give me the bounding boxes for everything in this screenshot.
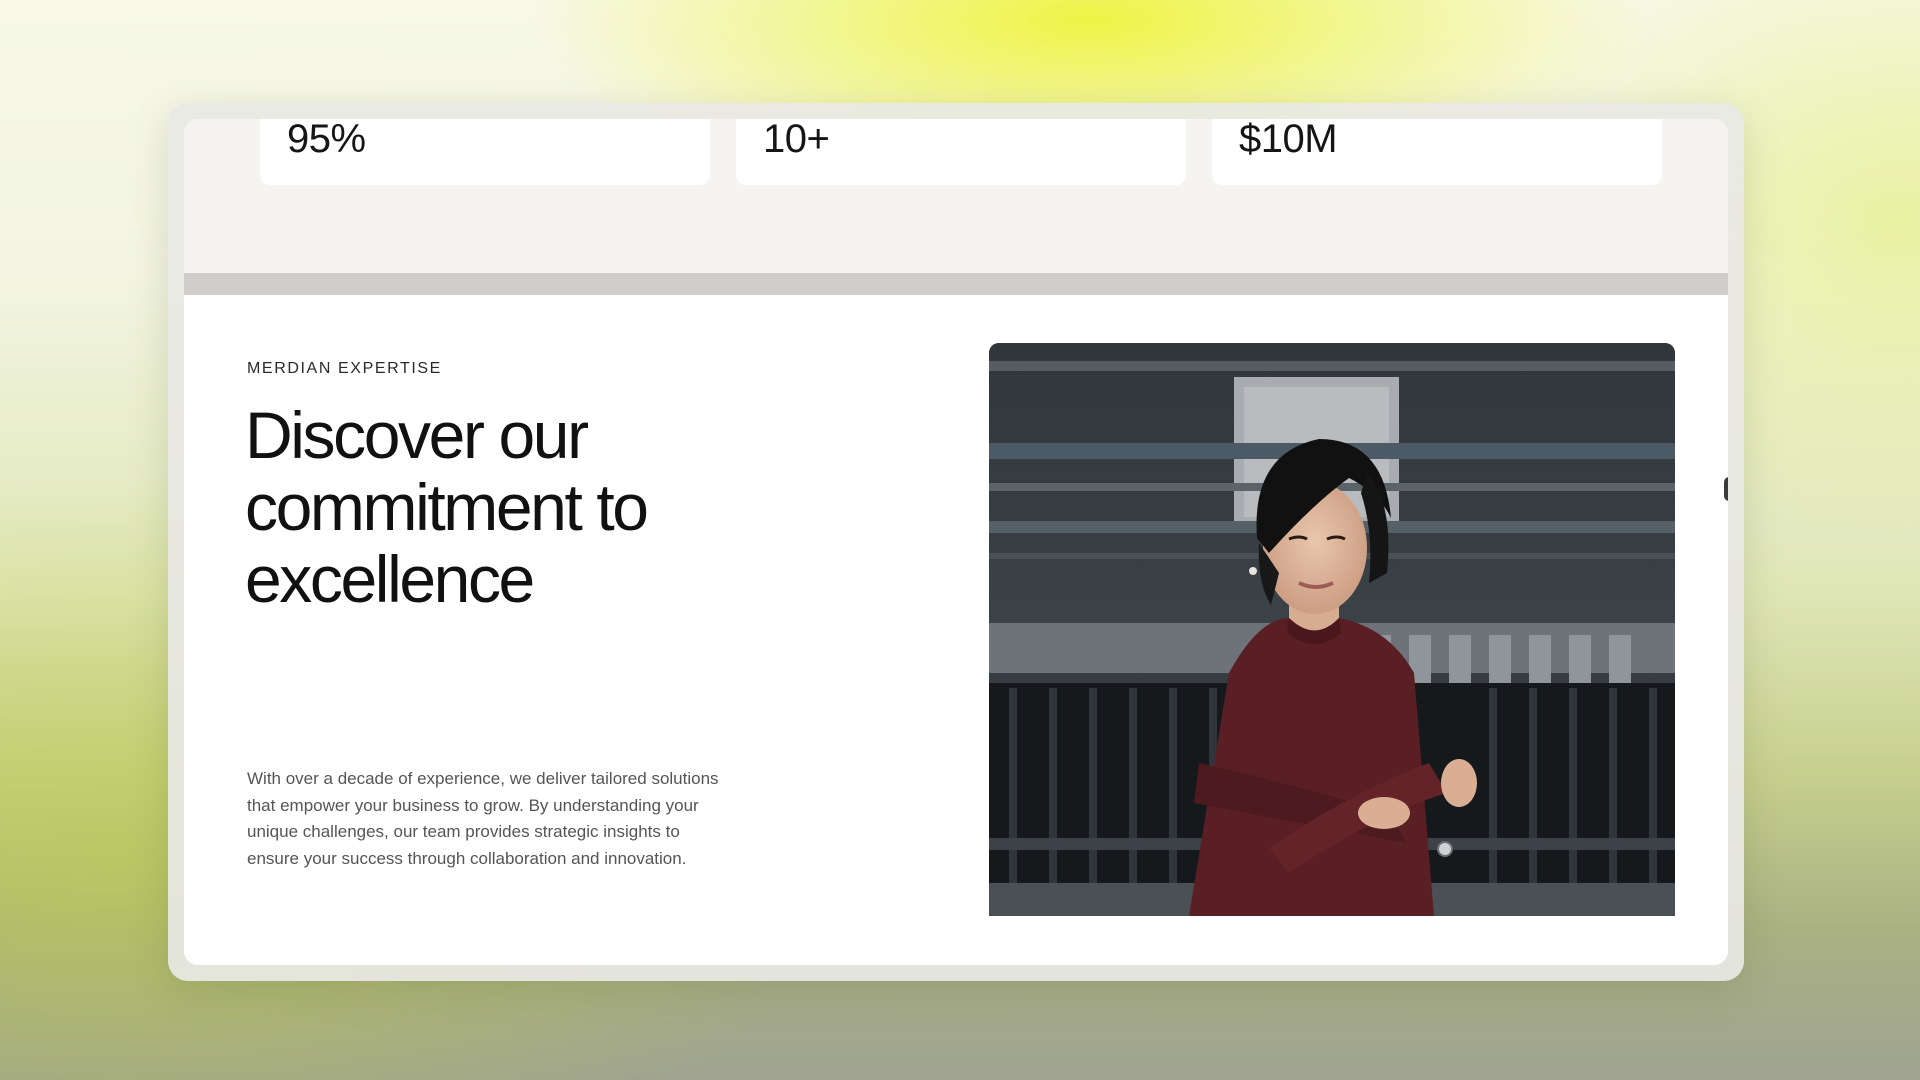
stat-value: $10M [1239, 119, 1338, 161]
team-member-photo [989, 343, 1675, 916]
expertise-section: MERDIAN EXPERTISE Discover our commitmen… [184, 295, 1728, 965]
section-headline: Discover our commitment to excellence [245, 398, 649, 616]
carousel-handle[interactable] [1724, 477, 1728, 501]
stat-card-revenue: $10M [1212, 119, 1662, 185]
stat-card-satisfaction: 95% [260, 119, 710, 185]
browser-frame: 95% 10+ $10M MERDIAN EXPERTISE Discover … [168, 103, 1744, 981]
stat-value: 95% [287, 119, 366, 161]
stats-section: 95% 10+ $10M [184, 119, 1728, 273]
section-description: With over a decade of experience, we del… [247, 769, 719, 868]
section-eyebrow: MERDIAN EXPERTISE [247, 360, 442, 377]
stat-value: 10+ [763, 119, 830, 161]
stat-card-years: 10+ [736, 119, 1186, 185]
page-viewport[interactable]: 95% 10+ $10M MERDIAN EXPERTISE Discover … [184, 119, 1728, 965]
portrait-illustration [989, 343, 1675, 916]
section-divider [184, 273, 1728, 295]
